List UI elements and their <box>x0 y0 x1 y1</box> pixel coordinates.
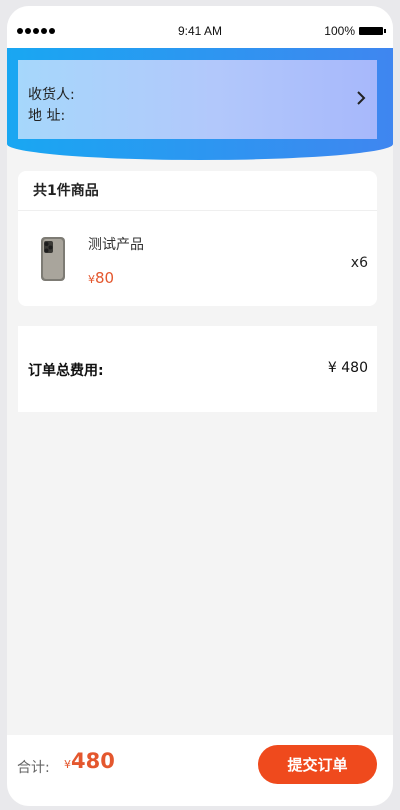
chevron-right-icon <box>357 91 366 105</box>
order-total-value: ¥ 480 <box>327 360 368 376</box>
battery-icon <box>359 27 386 35</box>
phone-product-icon <box>41 237 65 281</box>
phone-screen: 9:41 AM 100% 收货人: 地 址: 共1件商品 测试产品 ¥80 x6 <box>7 6 393 806</box>
submit-order-button[interactable]: 提交订单 <box>258 745 377 784</box>
product-quantity: x6 <box>350 255 368 271</box>
battery-status: 100% <box>324 24 386 38</box>
product-name: 测试产品 <box>88 237 144 253</box>
address-selector[interactable]: 收货人: 地 址: <box>18 60 377 139</box>
checkout-bar: 合计: ¥480 提交订单 <box>7 735 393 806</box>
receiver-label: 收货人: <box>28 87 75 103</box>
battery-percent: 100% <box>324 24 355 38</box>
product-count-header: 共1件商品 <box>18 171 377 211</box>
product-card: 共1件商品 测试产品 ¥80 x6 <box>18 171 377 306</box>
order-total-label: 订单总费用: <box>28 363 104 379</box>
status-bar: 9:41 AM 100% <box>7 6 393 48</box>
sum-label: 合计: <box>17 760 50 776</box>
order-total-card: 订单总费用: ¥ 480 <box>18 326 377 412</box>
address-label: 地 址: <box>28 108 66 124</box>
product-price: ¥80 <box>88 269 115 287</box>
sum-value: ¥480 <box>64 749 115 773</box>
